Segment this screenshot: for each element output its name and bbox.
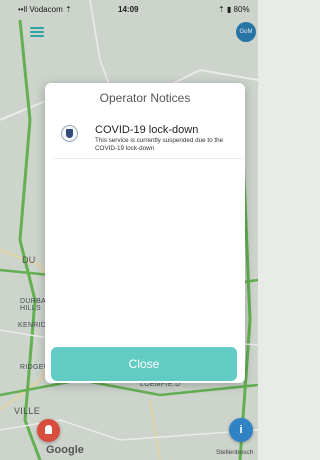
map-label-stellenbosch: Stellenbosch — [216, 449, 254, 456]
notice-body: This service is currently suspended due … — [95, 137, 224, 152]
notice-title: COVID-19 lock-down — [95, 124, 199, 136]
dialog-title: Operator Notices — [99, 91, 191, 105]
notice-item[interactable]: COVID-19 lock-down This service is curre… — [57, 119, 239, 152]
sos-button[interactable] — [37, 419, 60, 442]
info-button[interactable]: i — [229, 418, 253, 442]
google-logo: Google — [46, 444, 84, 456]
close-button[interactable]: Close — [51, 347, 237, 381]
shield-crest-icon — [61, 125, 78, 142]
divider — [53, 158, 243, 159]
operator-notices-dialog: Operator Notices COVID-19 lock-down This… — [45, 83, 245, 383]
